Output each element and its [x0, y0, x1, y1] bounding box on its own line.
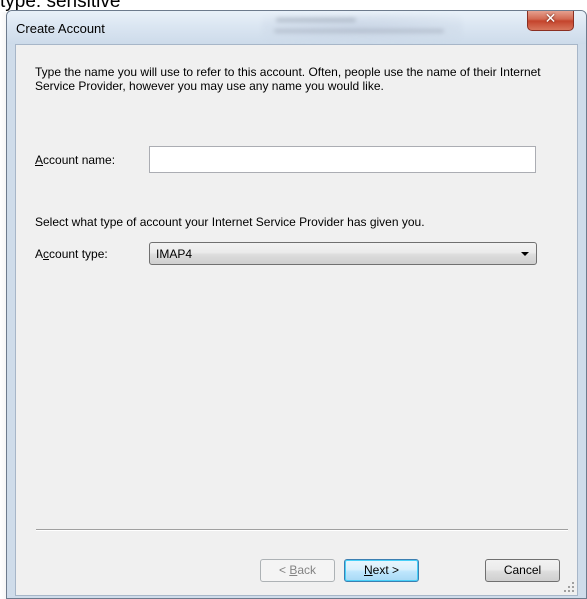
account-type-instruction: Select what type of account your Interne…: [35, 215, 425, 229]
chevron-down-icon[interactable]: [521, 252, 529, 256]
account-name-mnemonic: A: [35, 153, 44, 167]
dialog-client-area: Type the name you will use to refer to t…: [15, 44, 578, 596]
close-icon: ✕: [544, 11, 557, 27]
resize-grip-icon[interactable]: [564, 582, 574, 592]
intro-text: Type the name you will use to refer to t…: [35, 65, 541, 93]
account-name-label: Account name:: [35, 153, 115, 167]
account-type-label: Account type:: [35, 247, 108, 261]
account-name-label-text: ccount name:: [43, 153, 116, 167]
title-bar[interactable]: Create Account ✕: [7, 11, 586, 44]
dialog-title: Create Account: [16, 21, 105, 36]
close-button[interactable]: ✕: [527, 11, 574, 31]
account-name-input[interactable]: [149, 146, 536, 173]
back-button-prefix: <: [278, 563, 290, 577]
account-type-label-text: count type:: [49, 247, 108, 261]
account-type-label-start: A: [35, 247, 44, 261]
obscured-title-text: [262, 15, 462, 41]
cancel-button[interactable]: Cancel: [485, 559, 560, 582]
account-type-value: IMAP4: [156, 247, 193, 261]
account-type-select[interactable]: IMAP4: [149, 242, 537, 265]
create-account-dialog: Create Account ✕ Type the name you will …: [6, 10, 587, 599]
next-button-mnemonic: N: [363, 563, 373, 577]
button-separator: [36, 529, 568, 531]
next-button[interactable]: Next >: [344, 559, 419, 582]
next-button-label: ext >: [372, 563, 400, 577]
screenshot-canvas: type: sensitive Create Account ✕ Type th…: [0, 0, 587, 599]
back-button[interactable]: < Back: [260, 559, 335, 582]
back-button-label: ack: [297, 563, 317, 577]
